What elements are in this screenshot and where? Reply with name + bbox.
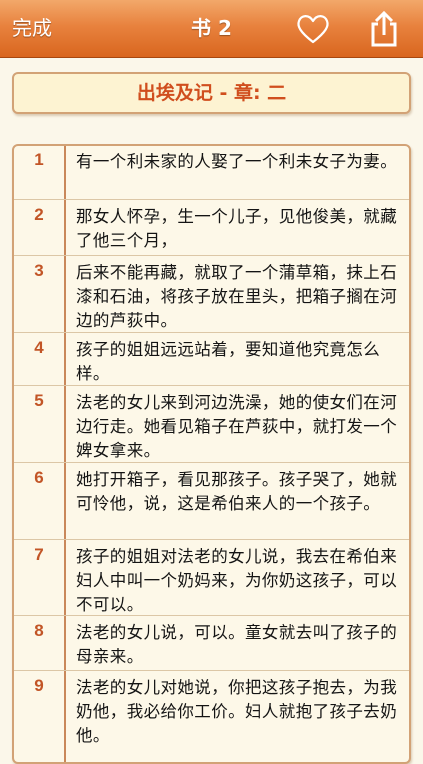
verse-row[interactable]: 1 有一个利未家的人娶了一个利未女子为妻。 (14, 146, 409, 200)
book-title: 书 2 (191, 16, 232, 40)
verse-number: 9 (34, 676, 44, 695)
verse-number: 6 (34, 468, 44, 487)
verse-row[interactable]: 4 孩子的姐姐远远站着，要知道他究竟怎么样。 (14, 334, 409, 386)
verse-row[interactable]: 8 法老的女儿说，可以。童女就去叫了孩子的母亲来。 (14, 617, 409, 671)
verse-text: 那女人怀孕，生一个儿子，见他俊美，就藏了他三个月， (76, 207, 398, 250)
verse-text: 后来不能再藏，就取了一个蒲草箱，抹上石漆和石油，将孩子放在里头，把箱子搁在河边的… (76, 263, 398, 330)
verse-text: 孩子的姐姐对法老的女儿说，我去在希伯来妇人中叫一个奶妈来，为你奶这孩子，可以不可… (76, 547, 398, 614)
heart-outline-icon (297, 15, 329, 44)
verse-list: 1 有一个利未家的人娶了一个利未女子为妻。 2 那女人怀孕，生一个儿子，见他俊美… (12, 144, 411, 764)
verse-row[interactable]: 5 法老的女儿来到河边洗澡，她的使女们在河边行走。她看见箱子在芦荻中，就打发一个… (14, 387, 409, 463)
verse-text: 她打开箱子，看见那孩子。孩子哭了，她就可怜他，说，这是希伯来人的一个孩子。 (76, 470, 398, 513)
verse-number: 2 (34, 205, 44, 224)
chapter-title: 出埃及记 - 章: 二 (136, 82, 287, 104)
verse-row[interactable]: 7 孩子的姐姐对法老的女儿说，我去在希伯来妇人中叫一个奶妈来，为你奶这孩子，可以… (14, 541, 409, 616)
verse-text: 法老的女儿说，可以。童女就去叫了孩子的母亲来。 (76, 623, 398, 666)
verse-row[interactable]: 2 那女人怀孕，生一个儿子，见他俊美，就藏了他三个月， (14, 201, 409, 256)
verse-number: 5 (34, 391, 44, 410)
favorite-button[interactable] (296, 13, 330, 45)
top-navigation-bar: 完成 书 2 (0, 0, 423, 58)
verse-text: 孩子的姐姐远远站着，要知道他究竟怎么样。 (76, 340, 381, 383)
share-icon (371, 10, 397, 47)
verse-text: 法老的女儿来到河边洗澡，她的使女们在河边行走。她看见箱子在芦荻中，就打发一个婢女… (76, 393, 398, 460)
verse-number: 4 (34, 338, 44, 357)
verse-text: 法老的女儿对她说，你把这孩子抱去，为我奶他，我必给你工价。妇人就抱了孩子去奶他。 (76, 678, 398, 745)
verse-number: 8 (34, 621, 44, 640)
verse-number: 1 (34, 150, 44, 169)
share-button[interactable] (368, 10, 400, 48)
verse-row[interactable]: 9 法老的女儿对她说，你把这孩子抱去，为我奶他，我必给你工价。妇人就抱了孩子去奶… (14, 672, 409, 762)
verse-row[interactable]: 6 她打开箱子，看见那孩子。孩子哭了，她就可怜他，说，这是希伯来人的一个孩子。 (14, 464, 409, 540)
verse-text: 有一个利未家的人娶了一个利未女子为妻。 (76, 152, 398, 171)
chapter-heading-box: 出埃及记 - 章: 二 (12, 72, 411, 114)
verse-number: 3 (34, 261, 44, 280)
verse-number: 7 (34, 545, 44, 564)
verse-row[interactable]: 3 后来不能再藏，就取了一个蒲草箱，抹上石漆和石油，将孩子放在里头，把箱子搁在河… (14, 257, 409, 333)
